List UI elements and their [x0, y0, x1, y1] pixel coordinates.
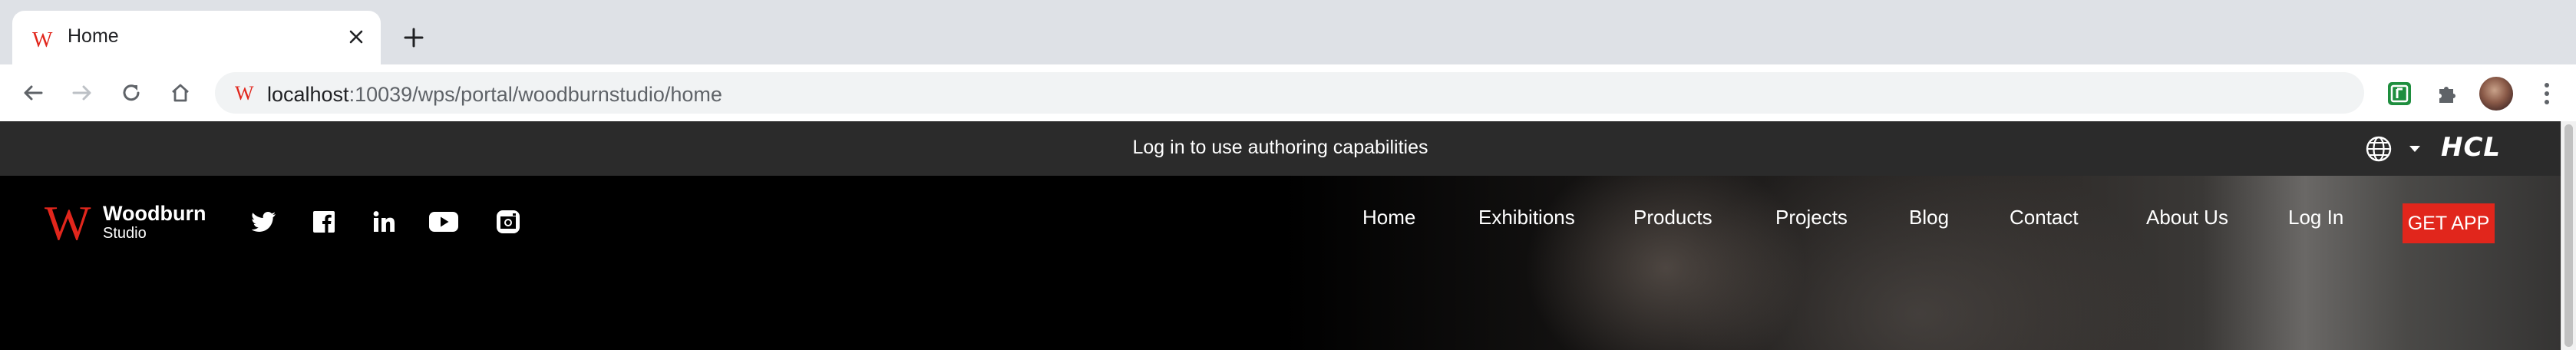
svg-text:W: W: [32, 28, 53, 51]
instagram-icon[interactable]: [493, 206, 523, 237]
puzzle-extensions-icon[interactable]: [2430, 77, 2464, 111]
nav-projects[interactable]: Projects: [1775, 206, 1848, 229]
nav-contact[interactable]: Contact: [2010, 206, 2079, 229]
hcl-logo: HCL: [2441, 132, 2502, 163]
youtube-icon[interactable]: [428, 206, 459, 237]
nav-log-in[interactable]: Log In: [2288, 206, 2343, 229]
green-extension-icon[interactable]: [2383, 77, 2416, 111]
brand-wordmark[interactable]: Woodburn Studio: [103, 202, 206, 242]
twitter-icon[interactable]: [249, 206, 279, 237]
profile-avatar[interactable]: [2479, 77, 2513, 111]
svg-text:W: W: [235, 82, 254, 104]
nav-home[interactable]: Home: [1362, 206, 1415, 229]
url-path: :10039/wps/portal/woodburnstudio/home: [348, 83, 722, 106]
nav-products[interactable]: Products: [1633, 206, 1712, 229]
nav-about-us[interactable]: About Us: [2146, 206, 2228, 229]
url-text[interactable]: localhost:10039/wps/portal/woodburnstudi…: [267, 83, 722, 107]
address-bar[interactable]: W localhost:10039/wps/portal/woodburnstu…: [215, 72, 2364, 114]
caret-down-icon[interactable]: [2407, 141, 2422, 157]
brand-subtitle: Studio: [103, 225, 147, 242]
browser-tab-home[interactable]: W Home: [12, 11, 381, 64]
home-icon[interactable]: [164, 77, 197, 109]
nav-blog[interactable]: Blog: [1909, 206, 1949, 229]
hero-header: W Woodburn Studio Home Exhibitions Produ…: [0, 176, 2561, 350]
reload-icon[interactable]: [115, 77, 147, 109]
url-host: localhost: [267, 83, 349, 106]
authoring-login-message[interactable]: Log in to use authoring capabilities: [0, 137, 2561, 159]
linkedin-icon[interactable]: [368, 206, 399, 237]
woodburn-favicon-icon: W: [32, 28, 53, 51]
tab-close-icon[interactable]: [342, 23, 370, 51]
facebook-icon[interactable]: [309, 206, 339, 237]
get-app-button[interactable]: GET APP: [2403, 203, 2495, 243]
woodburn-logo-mark[interactable]: W: [45, 199, 91, 248]
kebab-menu-icon[interactable]: [2531, 77, 2562, 111]
new-tab-plus-icon[interactable]: [398, 21, 430, 54]
browser-toolbar: W localhost:10039/wps/portal/woodburnstu…: [0, 64, 2576, 122]
scrollbar-thumb[interactable]: [2564, 124, 2573, 347]
authoring-bar: Log in to use authoring capabilities HCL: [0, 121, 2561, 176]
tab-title: Home: [68, 25, 119, 47]
globe-icon[interactable]: [2364, 134, 2393, 163]
site-favicon-icon: W: [235, 82, 254, 104]
back-arrow-icon[interactable]: [17, 77, 49, 109]
forward-arrow-icon[interactable]: [66, 77, 98, 109]
page-scrollbar[interactable]: [2561, 121, 2576, 350]
browser-tab-strip: W Home: [0, 0, 2576, 64]
web-page: Log in to use authoring capabilities HCL…: [0, 121, 2561, 350]
nav-exhibitions[interactable]: Exhibitions: [1478, 206, 1575, 229]
brand-name: Woodburn: [103, 202, 206, 225]
